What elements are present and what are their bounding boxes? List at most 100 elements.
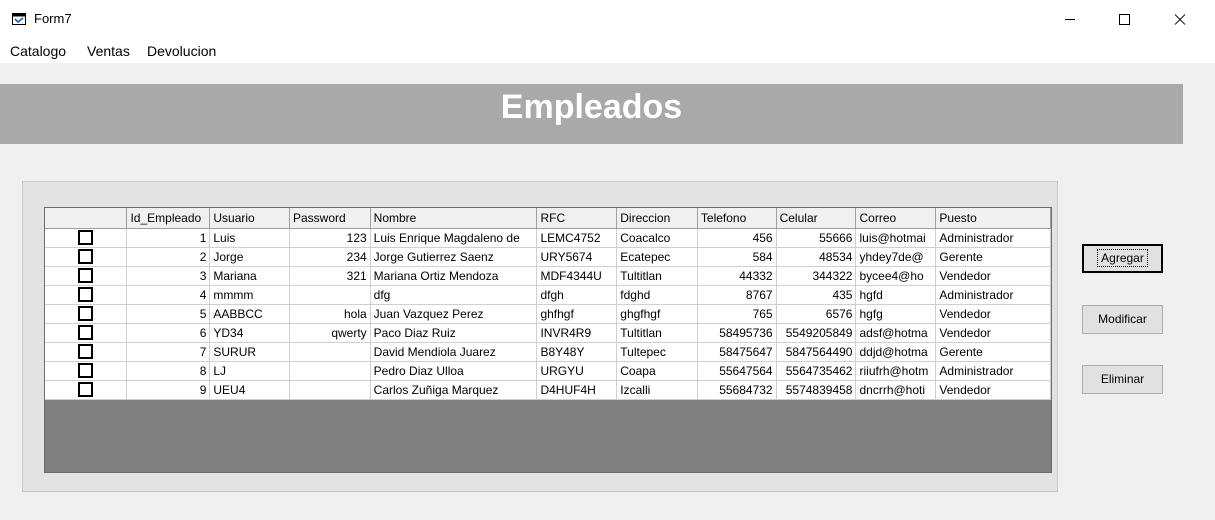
cell-password[interactable] xyxy=(289,380,371,400)
cell-rfc[interactable]: URGYU xyxy=(536,361,618,381)
cell-telefono[interactable]: 55647564 xyxy=(697,361,777,381)
row-checkbox[interactable] xyxy=(78,325,94,341)
table-row[interactable]: 7 SURUR David Mendiola Juarez B8Y48Y Tultepe… xyxy=(45,342,1051,362)
cell-telefono[interactable]: 44332 xyxy=(697,266,777,286)
cell-id-empleado[interactable]: 3 xyxy=(126,266,211,286)
cell-nombre[interactable]: Paco Diaz Ruiz xyxy=(370,323,538,343)
row-checkbox[interactable] xyxy=(78,382,94,398)
cell-correo[interactable]: hgfg xyxy=(855,304,937,324)
cell-usuario[interactable]: Luis xyxy=(209,228,290,248)
column-header-select[interactable] xyxy=(45,208,128,229)
cell-correo[interactable]: adsf@hotma xyxy=(855,323,937,343)
cell-celular[interactable]: 48534 xyxy=(776,247,857,267)
cell-id-empleado[interactable]: 4 xyxy=(126,285,211,305)
table-row[interactable]: 6 YD34 qwerty Paco Diaz Ruiz INVR4R9 Tultitla… xyxy=(45,323,1051,343)
cell-usuario[interactable]: YD34 xyxy=(209,323,290,343)
table-row[interactable]: 9 UEU4 Carlos Zuñiga Marquez D4HUF4H Izcalli… xyxy=(45,380,1051,400)
cell-password[interactable] xyxy=(289,361,371,381)
menu-catalogo[interactable]: Catalogo xyxy=(10,43,66,59)
cell-nombre[interactable]: Mariana Ortiz Mendoza xyxy=(370,266,538,286)
cell-correo[interactable]: yhdey7de@ xyxy=(855,247,937,267)
cell-direccion[interactable]: Ecatepec xyxy=(616,247,698,267)
cell-correo[interactable]: hgfd xyxy=(855,285,937,305)
cell-direccion[interactable]: fdghd xyxy=(616,285,698,305)
cell-celular[interactable]: 435 xyxy=(776,285,857,305)
cell-password[interactable] xyxy=(289,285,371,305)
menu-ventas[interactable]: Ventas xyxy=(87,43,130,59)
cell-telefono[interactable]: 456 xyxy=(697,228,777,248)
cell-usuario[interactable]: Mariana xyxy=(209,266,290,286)
cell-usuario[interactable]: UEU4 xyxy=(209,380,290,400)
cell-rfc[interactable]: dfgh xyxy=(536,285,618,305)
cell-celular[interactable]: 5564735462 xyxy=(776,361,857,381)
cell-celular[interactable]: 5574839458 xyxy=(776,380,857,400)
column-header-nombre[interactable]: Nombre xyxy=(370,208,538,229)
cell-correo[interactable]: dncrrh@hoti xyxy=(855,380,937,400)
cell-password[interactable]: 234 xyxy=(289,247,371,267)
cell-rfc[interactable]: LEMC4752 xyxy=(536,228,618,248)
cell-usuario[interactable]: LJ xyxy=(209,361,290,381)
row-checkbox-cell[interactable] xyxy=(45,266,128,286)
column-header-puesto[interactable]: Puesto xyxy=(935,208,1051,229)
cell-direccion[interactable]: Tultitlan xyxy=(616,323,698,343)
cell-nombre[interactable]: dfg xyxy=(370,285,538,305)
table-row[interactable]: 3 Mariana 321 Mariana Ortiz Mendoza MDF4344U… xyxy=(45,266,1051,286)
cell-nombre[interactable]: Juan Vazquez Perez xyxy=(370,304,538,324)
cell-password[interactable]: 321 xyxy=(289,266,371,286)
table-row[interactable]: 2 Jorge 234 Jorge Gutierrez Saenz URY5674 Eca… xyxy=(45,247,1051,267)
close-button[interactable] xyxy=(1157,0,1203,39)
table-row[interactable]: 5 AABBCC hola Juan Vazquez Perez ghfhgf ghgfh… xyxy=(45,304,1051,324)
column-header-id-empleado[interactable]: Id_Empleado xyxy=(126,208,211,229)
cell-puesto[interactable]: Vendedor xyxy=(935,266,1051,286)
cell-correo[interactable]: bycee4@ho xyxy=(855,266,937,286)
cell-telefono[interactable]: 8767 xyxy=(697,285,777,305)
cell-id-empleado[interactable]: 6 xyxy=(126,323,211,343)
minimize-button[interactable] xyxy=(1047,0,1093,39)
row-checkbox[interactable] xyxy=(78,230,94,246)
cell-nombre[interactable]: Carlos Zuñiga Marquez xyxy=(370,380,538,400)
menu-devolucion[interactable]: Devolucion xyxy=(147,43,216,59)
column-header-direccion[interactable]: Direccion xyxy=(616,208,698,229)
cell-celular[interactable]: 55666 xyxy=(776,228,857,248)
cell-rfc[interactable]: INVR4R9 xyxy=(536,323,618,343)
maximize-button[interactable] xyxy=(1101,0,1147,39)
cell-rfc[interactable]: MDF4344U xyxy=(536,266,618,286)
cell-id-empleado[interactable]: 5 xyxy=(126,304,211,324)
cell-direccion[interactable]: ghgfhgf xyxy=(616,304,698,324)
cell-puesto[interactable]: Vendedor xyxy=(935,323,1051,343)
cell-usuario[interactable]: AABBCC xyxy=(209,304,290,324)
cell-celular[interactable]: 5549205849 xyxy=(776,323,857,343)
modificar-button[interactable]: Modificar xyxy=(1082,305,1163,334)
cell-rfc[interactable]: D4HUF4H xyxy=(536,380,618,400)
column-header-correo[interactable]: Correo xyxy=(855,208,937,229)
cell-puesto[interactable]: Vendedor xyxy=(935,304,1051,324)
column-header-usuario[interactable]: Usuario xyxy=(209,208,290,229)
cell-celular[interactable]: 5847564490 xyxy=(776,342,857,362)
eliminar-button[interactable]: Eliminar xyxy=(1082,365,1163,394)
cell-correo[interactable]: riiufrh@hotm xyxy=(855,361,937,381)
cell-telefono[interactable]: 765 xyxy=(697,304,777,324)
table-row[interactable]: 1 Luis 123 Luis Enrique Magdaleno de LEMC475… xyxy=(45,228,1051,248)
cell-puesto[interactable]: Administrador xyxy=(935,285,1051,305)
cell-puesto[interactable]: Administrador xyxy=(935,361,1051,381)
row-checkbox[interactable] xyxy=(78,287,94,303)
cell-direccion[interactable]: Tultitlan xyxy=(616,266,698,286)
cell-direccion[interactable]: Coacalco xyxy=(616,228,698,248)
row-checkbox[interactable] xyxy=(78,363,94,379)
cell-usuario[interactable]: mmmm xyxy=(209,285,290,305)
cell-rfc[interactable]: URY5674 xyxy=(536,247,618,267)
row-checkbox-cell[interactable] xyxy=(45,342,128,362)
cell-rfc[interactable]: B8Y48Y xyxy=(536,342,618,362)
row-checkbox[interactable] xyxy=(78,344,94,360)
table-row[interactable]: 4 mmmm dfg dfgh fdghd 8767 435 hgfd Administrado… xyxy=(45,285,1051,305)
cell-celular[interactable]: 344322 xyxy=(776,266,857,286)
cell-celular[interactable]: 6576 xyxy=(776,304,857,324)
cell-usuario[interactable]: Jorge xyxy=(209,247,290,267)
cell-nombre[interactable]: Pedro Diaz Ulloa xyxy=(370,361,538,381)
cell-telefono[interactable]: 584 xyxy=(697,247,777,267)
cell-password[interactable]: hola xyxy=(289,304,371,324)
cell-id-empleado[interactable]: 1 xyxy=(126,228,211,248)
cell-puesto[interactable]: Gerente xyxy=(935,342,1051,362)
table-row[interactable]: 8 LJ Pedro Diaz Ulloa URGYU Coapa 55647564 556… xyxy=(45,361,1051,381)
cell-direccion[interactable]: Tultepec xyxy=(616,342,698,362)
